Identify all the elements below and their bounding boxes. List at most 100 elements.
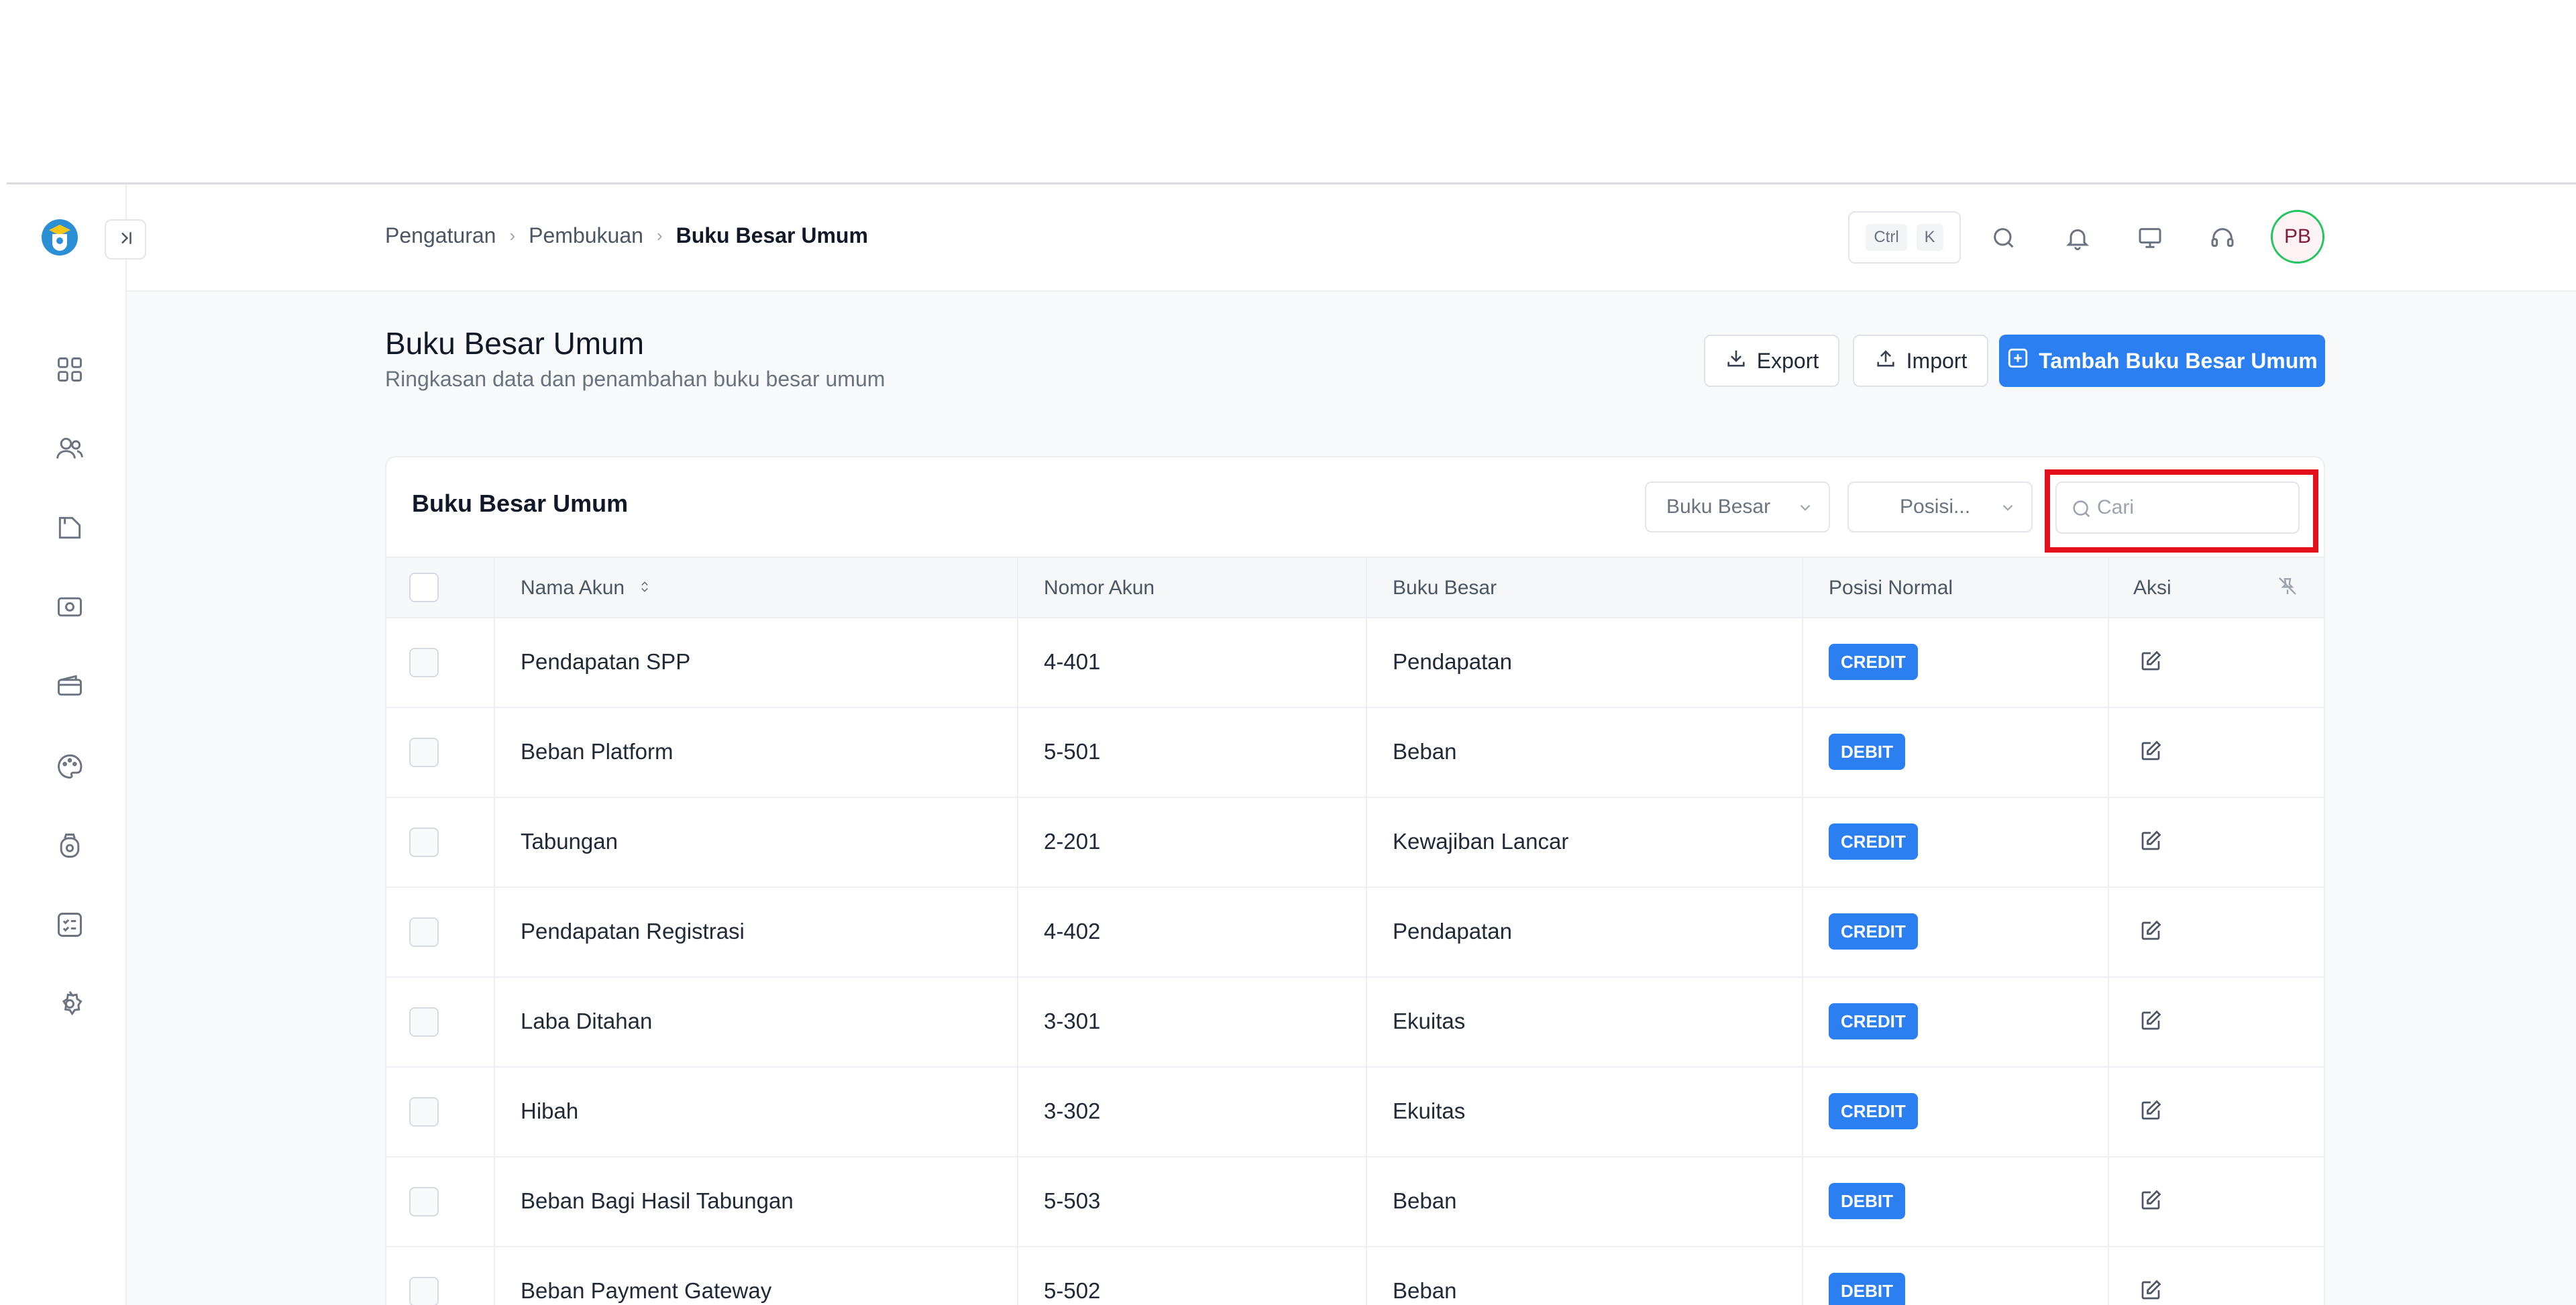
card-title: Buku Besar Umum <box>412 490 629 517</box>
row-checkbox[interactable] <box>409 917 439 947</box>
sidebar <box>0 184 127 1305</box>
account-number: 5-501 <box>1044 739 1101 764</box>
pin-off-icon[interactable] <box>2277 575 2298 602</box>
monitor-icon[interactable] <box>2130 218 2170 258</box>
search-icon <box>2070 498 2093 526</box>
account-name: Beban Platform <box>521 739 674 764</box>
row-checkbox[interactable] <box>409 1187 439 1216</box>
row-checkbox[interactable] <box>409 648 439 677</box>
avatar[interactable]: PB <box>2271 210 2324 264</box>
search-placeholder: Cari <box>2097 496 2135 518</box>
export-button[interactable]: Export <box>1704 335 1839 387</box>
bell-icon[interactable] <box>2057 218 2098 258</box>
account-number: 4-402 <box>1044 919 1101 944</box>
folder-icon[interactable] <box>51 509 89 547</box>
row-checkbox[interactable] <box>409 1277 439 1305</box>
column-header-name[interactable]: Nama Akun <box>521 577 651 600</box>
ledger-name: Pendapatan <box>1393 919 1513 944</box>
account-name: Laba Ditahan <box>521 1009 653 1033</box>
download-icon <box>1725 347 1748 375</box>
settings-icon[interactable] <box>51 985 89 1023</box>
table-row[interactable]: Pendapatan SPP 4-401 Pendapatan CREDIT <box>386 618 2324 708</box>
plus-square-icon <box>2006 347 2029 375</box>
account-number: 3-302 <box>1044 1098 1101 1123</box>
breadcrumb-item-pengaturan[interactable]: Pengaturan <box>385 223 496 248</box>
search-input[interactable]: Cari <box>2055 481 2300 534</box>
account-name: Beban Payment Gateway <box>521 1278 772 1303</box>
add-ledger-button[interactable]: Tambah Buku Besar Umum <box>1999 335 2325 387</box>
users-icon[interactable] <box>51 430 89 467</box>
select-all-checkbox[interactable] <box>409 573 439 602</box>
row-checkbox[interactable] <box>409 1007 439 1037</box>
edit-icon[interactable] <box>2139 1098 2165 1125</box>
table-header: Nama Akun Nomor Akun Buku Besar Posisi N… <box>386 557 2324 618</box>
account-name: Pendapatan SPP <box>521 649 691 674</box>
command-palette-shortcut[interactable]: Ctrl K <box>1848 211 1961 264</box>
wallet-icon[interactable] <box>51 667 89 705</box>
table-row[interactable]: Hibah 3-302 Ekuitas CREDIT <box>386 1068 2324 1157</box>
ledger-name: Ekuitas <box>1393 1009 1466 1033</box>
ledger-name: Beban <box>1393 739 1457 764</box>
logo-icon[interactable] <box>40 218 79 257</box>
chevron-right-icon: › <box>656 225 663 245</box>
kbd-k: K <box>1916 224 1943 251</box>
table-row[interactable]: Tabungan 2-201 Kewajiban Lancar CREDIT <box>386 798 2324 888</box>
ledger-filter-label: Buku Besar <box>1666 496 1771 518</box>
position-badge: CREDIT <box>1829 824 1918 860</box>
app-window: Pengaturan › Pembukuan › Buku Besar Umum… <box>0 184 2576 1305</box>
headset-icon[interactable] <box>2202 218 2243 258</box>
ledger-filter-select[interactable]: Buku Besar <box>1645 481 1830 532</box>
ledger-name: Pendapatan <box>1393 649 1513 674</box>
chevron-down-icon <box>1796 499 1814 522</box>
edit-icon[interactable] <box>2139 1188 2165 1215</box>
breadcrumb-item-pembukuan[interactable]: Pembukuan <box>529 223 643 248</box>
edit-icon[interactable] <box>2139 739 2165 766</box>
account-number: 5-502 <box>1044 1278 1101 1303</box>
table-row[interactable]: Beban Payment Gateway 5-502 Beban DEBIT <box>386 1247 2324 1305</box>
position-badge: DEBIT <box>1829 1273 1905 1305</box>
position-badge: CREDIT <box>1829 1003 1918 1039</box>
table-row[interactable]: Beban Bagi Hasil Tabungan 5-503 Beban DE… <box>386 1157 2324 1247</box>
row-checkbox[interactable] <box>409 738 439 767</box>
upload-icon <box>1874 347 1897 375</box>
column-name-label: Nama Akun <box>521 577 625 599</box>
table-row[interactable]: Beban Platform 5-501 Beban DEBIT <box>386 708 2324 798</box>
edit-icon[interactable] <box>2139 829 2165 856</box>
position-badge: CREDIT <box>1829 644 1918 680</box>
position-badge: DEBIT <box>1829 1183 1905 1219</box>
bag-icon[interactable] <box>51 827 89 864</box>
position-badge: DEBIT <box>1829 734 1905 770</box>
sidebar-toggle-button[interactable] <box>105 219 146 260</box>
chevron-down-icon <box>1999 499 2017 522</box>
table-row[interactable]: Pendapatan Registrasi 4-402 Pendapatan C… <box>386 888 2324 978</box>
row-checkbox[interactable] <box>409 1097 439 1127</box>
row-checkbox[interactable] <box>409 828 439 857</box>
account-number: 2-201 <box>1044 829 1101 854</box>
position-filter-label: Posisi... <box>1900 496 1971 518</box>
camera-icon[interactable] <box>51 588 89 626</box>
dashboard-icon[interactable] <box>51 351 89 388</box>
breadcrumb: Pengaturan › Pembukuan › Buku Besar Umum <box>385 223 868 248</box>
position-filter-select[interactable]: Posisi... <box>1847 481 2033 532</box>
edit-icon[interactable] <box>2139 1278 2165 1305</box>
top-header: Pengaturan › Pembukuan › Buku Besar Umum… <box>127 184 2576 292</box>
account-name: Tabungan <box>521 829 618 854</box>
import-button[interactable]: Import <box>1853 335 1988 387</box>
ledger-name: Beban <box>1393 1278 1457 1303</box>
edit-icon[interactable] <box>2139 919 2165 946</box>
kbd-ctrl: Ctrl <box>1866 224 1907 251</box>
sort-icon <box>638 577 651 599</box>
column-header-position: Posisi Normal <box>1829 577 1953 599</box>
checklist-icon[interactable] <box>51 906 89 944</box>
palette-icon[interactable] <box>51 748 89 785</box>
ledger-name: Beban <box>1393 1188 1457 1213</box>
breadcrumb-current: Buku Besar Umum <box>676 223 868 247</box>
edit-icon[interactable] <box>2139 1009 2165 1035</box>
blank-top-area <box>0 0 2576 182</box>
position-badge: CREDIT <box>1829 913 1918 950</box>
table-row[interactable]: Laba Ditahan 3-301 Ekuitas CREDIT <box>386 978 2324 1068</box>
search-icon[interactable] <box>1984 218 2024 258</box>
account-name: Pendapatan Registrasi <box>521 919 745 944</box>
page-subtitle: Ringkasan data dan penambahan buku besar… <box>385 367 885 391</box>
edit-icon[interactable] <box>2139 649 2165 676</box>
